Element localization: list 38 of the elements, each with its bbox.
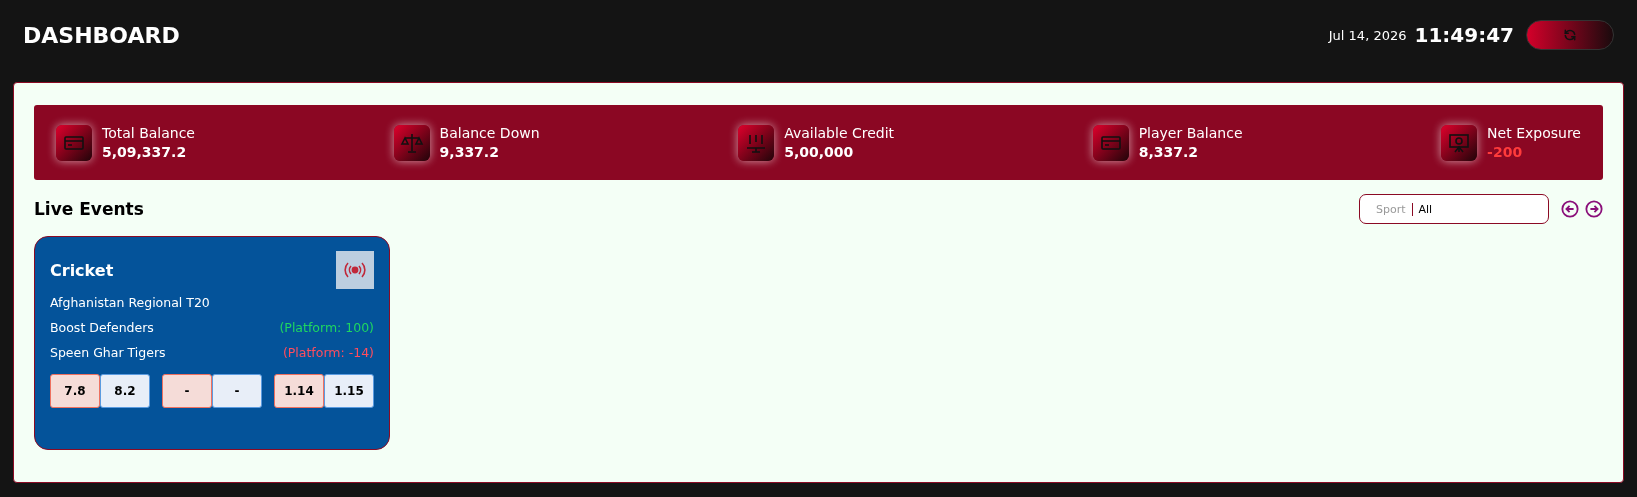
back-odds-button[interactable]: - [162, 374, 212, 408]
stat-label: Total Balance [102, 125, 195, 141]
next-button[interactable] [1585, 200, 1603, 218]
page-title: DASHBOARD [23, 22, 180, 48]
presentation-icon [1441, 124, 1478, 161]
event-card[interactable]: Cricket Afghanistan Regional T20 Boost Defenders (Platform: 100) Speen Ghar Tigers (Platform: -14) 7.8 8.2 - - 1.14 1.15 [34, 236, 390, 450]
sport-name: Cricket [50, 260, 114, 280]
platform-score: (Platform: 100) [279, 320, 374, 335]
refresh-button[interactable] [1526, 20, 1614, 50]
stat-label: Balance Down [439, 125, 540, 141]
lay-odds-button[interactable]: - [212, 374, 262, 408]
stat-value: 5,09,337.2 [102, 144, 188, 160]
lay-odds-button[interactable]: 8.2 [100, 374, 150, 408]
stat-value: -200 [1487, 144, 1524, 160]
team-name: Boost Defenders [50, 320, 154, 335]
stat-value: 9,337.2 [439, 144, 500, 160]
live-broadcast-icon [336, 251, 374, 289]
stat-value: 5,00,000 [784, 144, 855, 160]
team-name: Speen Ghar Tigers [50, 345, 166, 360]
sport-filter[interactable]: Sport All [1359, 194, 1549, 224]
back-odds-button[interactable]: 7.8 [50, 374, 100, 408]
card-icon [1092, 124, 1129, 161]
stat-label: Player Balance [1138, 125, 1243, 141]
stat-label: Available Credit [784, 125, 895, 141]
stat-value: 8,337.2 [1138, 144, 1199, 160]
platform-score: (Platform: -14) [282, 345, 374, 360]
competition-name: Afghanistan Regional T20 [50, 295, 211, 310]
scales-icon [393, 124, 430, 161]
back-odds-button[interactable]: 1.14 [274, 374, 324, 408]
lay-odds-button[interactable]: 1.15 [324, 374, 374, 408]
date-text: Jul 14, 2026 [1328, 27, 1407, 43]
card-icon [56, 124, 92, 161]
refresh-icon [1563, 28, 1577, 42]
stat-label: Net Exposure [1487, 125, 1581, 141]
previous-button[interactable] [1561, 200, 1579, 218]
chart-icon [738, 124, 775, 161]
section-title: Live Events [34, 199, 144, 219]
clock-time: 11:49:47 [1414, 23, 1514, 47]
